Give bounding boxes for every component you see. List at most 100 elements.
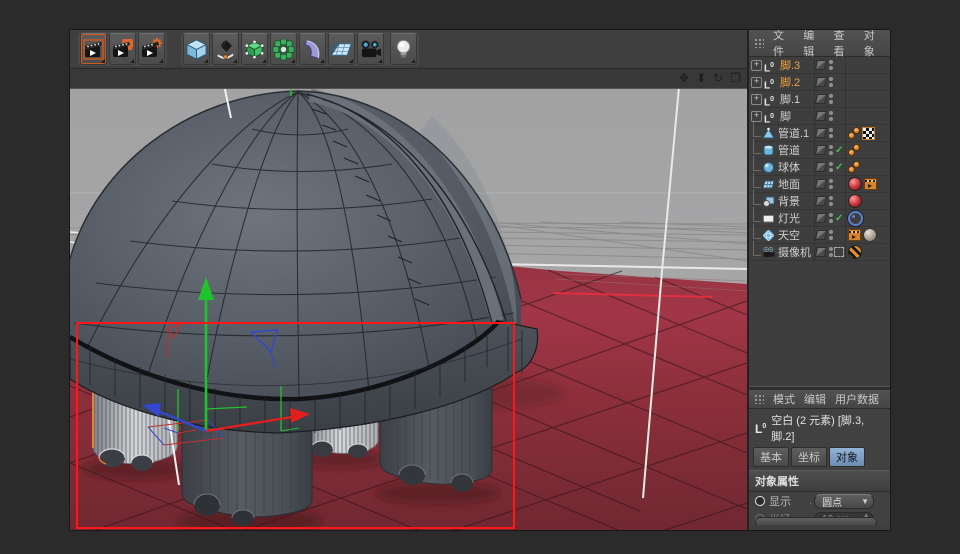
visibility-dots[interactable] [829,111,833,121]
expand-icon[interactable]: + [751,111,762,122]
expand-icon[interactable]: + [751,94,762,105]
layer-icon[interactable] [815,111,827,121]
visibility-dots[interactable] [829,60,833,70]
display-dropdown[interactable]: 圆点▼ [814,494,874,509]
cube-primitive-button[interactable] [183,33,210,65]
object-row[interactable]: 灯光 ✓ [749,210,890,227]
object-manager: 文件 编辑 查看 对象 + L0 脚.3 + L0 脚.2 [749,30,890,386]
viewport-rotate-icon[interactable]: ↻ [713,71,723,86]
camera-icon [359,38,382,61]
camera-object-icon [762,246,775,259]
viewport-zoom-icon[interactable]: ⬍ [696,71,706,86]
expand-icon[interactable]: + [751,60,762,71]
compositing-tag[interactable] [864,178,877,190]
visibility-dots[interactable] [829,213,833,223]
checker-texture-tag[interactable] [862,127,875,140]
tree-branch [753,224,761,239]
modifier-button[interactable] [270,33,297,65]
object-row[interactable]: + L0 脚 [749,108,890,125]
object-row[interactable]: + L0 脚.1 [749,91,890,108]
tree-branch [753,139,761,154]
object-row[interactable]: 背景 [749,193,890,210]
tree-branch [753,207,761,222]
cinema4d-window: ✥ ⬍ ↻ ❒ [70,30,890,530]
texture-material-tag[interactable] [863,228,877,242]
partial-property-row[interactable] [755,517,877,525]
menu-view[interactable]: 查看 [834,30,855,59]
phong-tag[interactable] [848,161,860,173]
phong-tag[interactable] [848,127,860,139]
enabled-check-icon[interactable]: ✓ [835,145,843,156]
red-material-tag[interactable] [848,177,862,191]
viewport-canvas[interactable] [70,89,747,530]
deformer-icon [301,38,324,61]
menu-edit[interactable]: 编辑 [803,30,824,59]
menu-file[interactable]: 文件 [773,30,794,59]
section-object-properties[interactable]: 对象属性 [749,470,890,492]
render-view-button[interactable] [80,33,107,65]
visibility-dots[interactable] [829,247,833,257]
visibility-dots[interactable] [829,128,833,138]
light-object-icon [762,212,775,225]
null-object-icon: L0 [764,76,777,89]
object-row[interactable]: 管道 ✓ [749,142,890,159]
render-picture-viewer-button[interactable] [109,33,136,65]
object-row[interactable]: 球体 ✓ [749,159,890,176]
layer-icon[interactable] [815,94,827,104]
render-settings-button[interactable] [138,33,165,65]
layer-icon[interactable] [815,145,827,155]
layer-icon[interactable] [815,77,827,87]
null-object-icon: L0 [764,110,777,123]
object-row[interactable]: 摄像机 [749,244,890,261]
layer-icon[interactable] [815,247,827,257]
menu-user-data[interactable]: 用户数据 [835,391,879,407]
expand-icon[interactable]: + [751,77,762,88]
object-row[interactable]: 管道.1 [749,125,890,142]
spline-pen-button[interactable] [212,33,239,65]
viewport-pan-icon[interactable]: ✥ [679,71,689,86]
subdivision-surface-button[interactable] [241,33,268,65]
floor-icon [330,38,353,61]
red-material-tag[interactable] [848,194,862,208]
phong-tag[interactable] [848,144,860,156]
protection-tag[interactable] [848,245,862,259]
visibility-dots[interactable] [829,179,833,189]
camera-active-icon[interactable] [834,247,844,257]
target-tag[interactable] [848,211,863,226]
layer-icon[interactable] [815,179,827,189]
layer-icon[interactable] [815,128,827,138]
visibility-dots[interactable] [829,162,833,172]
object-row[interactable]: 天空 [749,227,890,244]
object-row[interactable]: + L0 脚.2 [749,74,890,91]
visibility-dots[interactable] [829,94,833,104]
layer-icon[interactable] [815,230,827,240]
menu-edit[interactable]: 编辑 [804,391,826,407]
tab-object[interactable]: 对象 [829,447,865,467]
floor-button[interactable] [328,33,355,65]
compositing-tag[interactable] [848,229,861,241]
camera-button[interactable] [357,33,384,65]
menu-mode[interactable]: 模式 [773,391,795,407]
enabled-check-icon[interactable]: ✓ [835,213,843,224]
keyframe-radio[interactable] [755,496,765,506]
visibility-dots[interactable] [829,145,833,155]
tab-basic[interactable]: 基本 [753,447,789,467]
layer-icon[interactable] [815,196,827,206]
object-row[interactable]: 地面 [749,176,890,193]
visibility-dots[interactable] [829,77,833,87]
enabled-check-icon[interactable]: ✓ [835,162,843,173]
visibility-dots[interactable] [829,196,833,206]
drag-handle-icon[interactable] [754,38,764,48]
viewport-maximize-icon[interactable]: ❒ [730,71,741,86]
layer-icon[interactable] [815,213,827,223]
drag-handle-icon[interactable] [754,394,764,404]
deformer-button[interactable] [299,33,326,65]
visibility-dots[interactable] [829,230,833,240]
layer-icon[interactable] [815,60,827,70]
light-button[interactable] [390,33,417,65]
tab-coordinates[interactable]: 坐标 [791,447,827,467]
render-button-group [78,32,167,66]
menu-object[interactable]: 对象 [864,30,885,59]
layer-icon[interactable] [815,162,827,172]
object-row[interactable]: + L0 脚.3 [749,57,890,74]
